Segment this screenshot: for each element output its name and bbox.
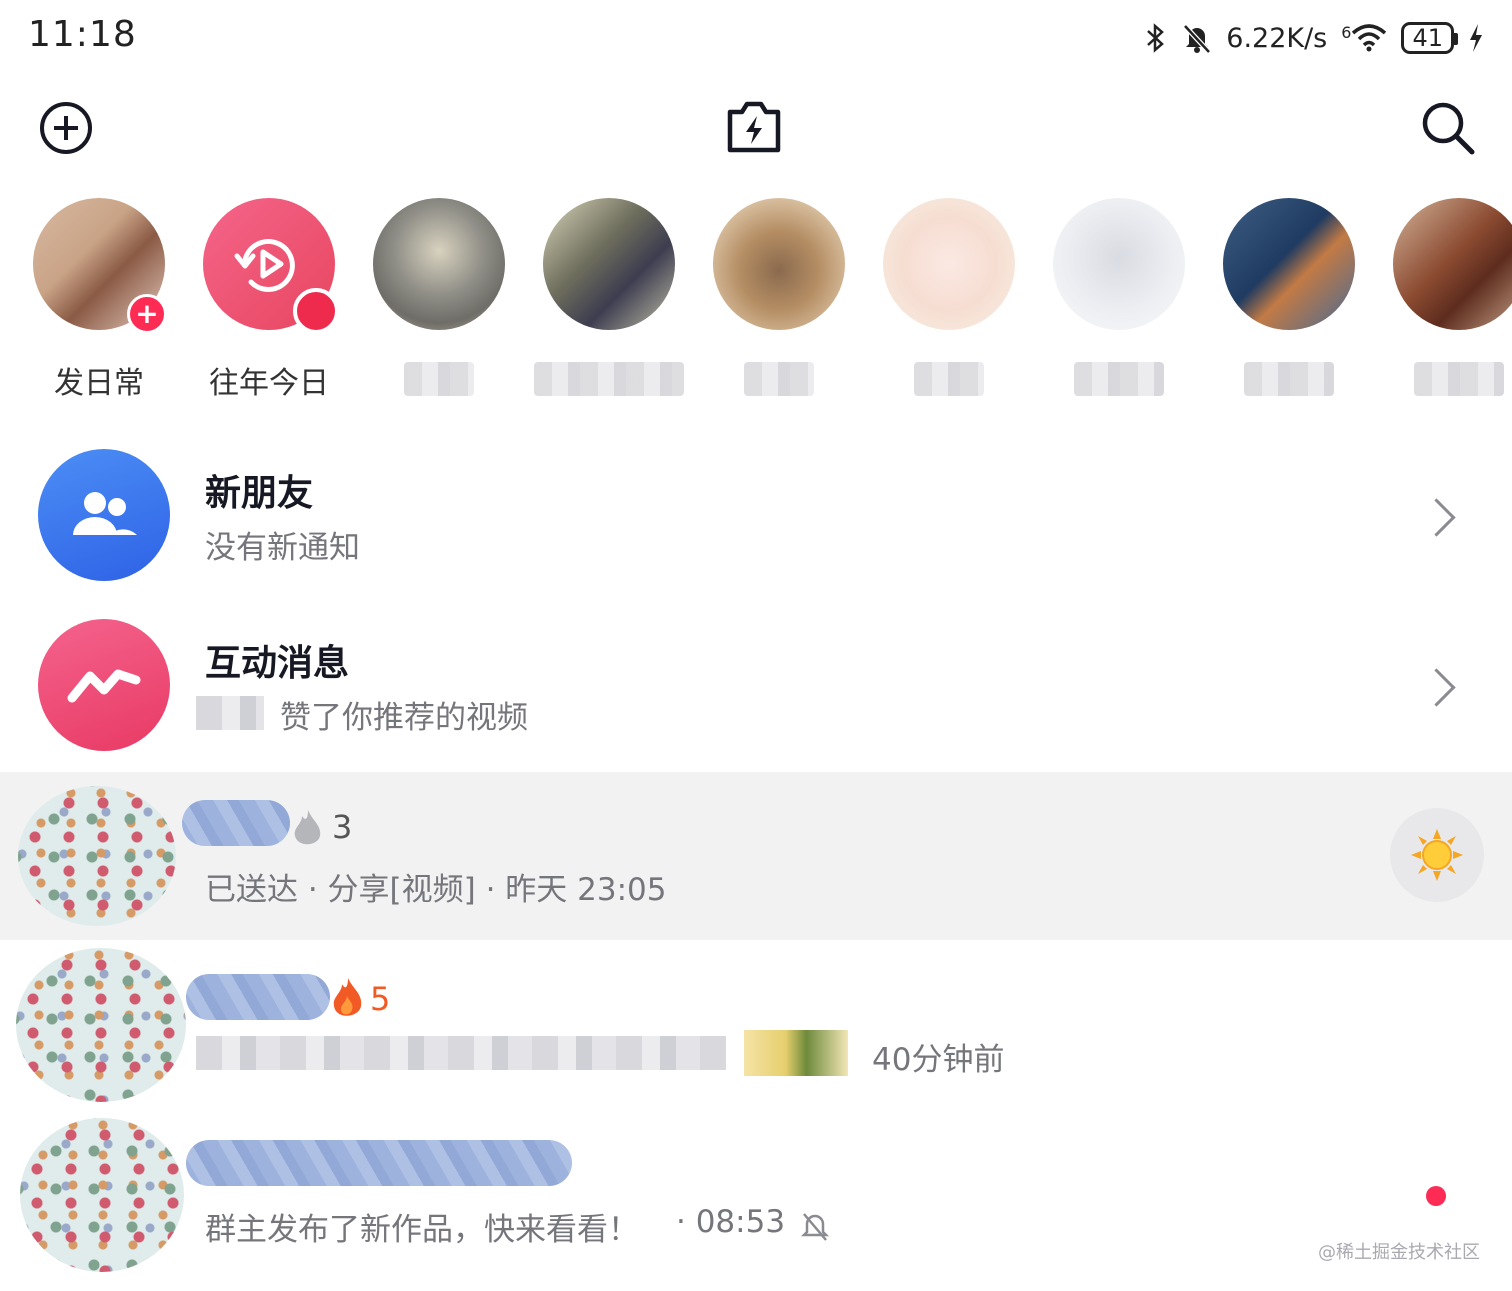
blurred-name xyxy=(1074,362,1164,396)
charging-icon xyxy=(1470,24,1482,52)
row-subtitle: 赞了你推荐的视频 xyxy=(280,700,528,736)
mute-bell-icon xyxy=(1183,24,1212,54)
flash-camera-icon xyxy=(727,101,781,153)
unread-dot xyxy=(1426,1186,1446,1206)
chevron-right-icon xyxy=(1417,498,1456,537)
blurred-name xyxy=(1244,362,1334,396)
sun-button[interactable] xyxy=(1390,808,1484,902)
gray-flame-icon xyxy=(294,810,321,845)
story-item[interactable] xyxy=(1384,198,1512,396)
chat-time: · 08:53 xyxy=(676,1204,786,1240)
group-chat-row[interactable]: 群主发布了新作品，快来看看！ · 08:53 @稀土掘金技术社区 xyxy=(0,1110,1512,1280)
avatar xyxy=(543,198,675,330)
story-item[interactable] xyxy=(534,198,684,396)
status-time: 11:18 xyxy=(28,14,137,55)
blurred-name xyxy=(1414,362,1504,396)
muted-bell-icon xyxy=(800,1213,830,1241)
story-label: 往年今日 xyxy=(209,366,329,401)
story-item[interactable] xyxy=(364,198,514,396)
streak-count: 5 xyxy=(370,980,391,1018)
interactions-row[interactable]: 互动消息 赞了你推荐的视频 xyxy=(0,600,1512,770)
signal-prefix: 6 xyxy=(1341,23,1352,42)
memories-avatar xyxy=(203,198,339,334)
chat-time: 40分钟前 xyxy=(872,1042,1005,1078)
avatar xyxy=(20,1118,184,1272)
flash-camera-button[interactable] xyxy=(722,96,786,160)
blurred-emoji xyxy=(744,1030,848,1076)
blurred-name xyxy=(404,362,474,396)
chat-row[interactable]: 5 40分钟前 xyxy=(0,940,1512,1110)
story-item[interactable] xyxy=(874,198,1024,396)
red-dot-badge xyxy=(293,288,339,334)
wifi-icon xyxy=(1352,24,1387,52)
avatar xyxy=(18,786,176,926)
blurred-username xyxy=(196,696,264,730)
blurred-name xyxy=(182,800,290,846)
avatar xyxy=(1223,198,1355,330)
chat-preview: 已送达 · 分享[视频] · 昨天 23:05 xyxy=(205,872,667,908)
story-item[interactable] xyxy=(1214,198,1364,396)
row-subtitle: 没有新通知 xyxy=(205,530,360,566)
streak-count: 3 xyxy=(332,808,353,846)
fire-icon xyxy=(333,978,362,1016)
chat-preview: 群主发布了新作品，快来看看！ xyxy=(205,1212,639,1248)
bluetooth-icon xyxy=(1147,23,1165,53)
replay-icon xyxy=(234,238,295,292)
story-item[interactable] xyxy=(704,198,854,396)
story-item[interactable] xyxy=(1044,198,1194,396)
avatar xyxy=(16,948,186,1102)
search-button[interactable] xyxy=(1416,96,1480,160)
blurred-name xyxy=(914,362,984,396)
plus-circle-icon xyxy=(40,102,92,154)
interaction-icon xyxy=(38,619,170,751)
avatar xyxy=(1053,198,1185,330)
add-badge-icon: + xyxy=(127,294,167,334)
new-friends-row[interactable]: 新朋友 没有新通知 xyxy=(0,430,1512,600)
story-post-daily[interactable]: + 发日常 xyxy=(24,198,174,401)
battery-icon: 41 xyxy=(1401,22,1458,54)
avatar: + xyxy=(33,198,167,334)
avatar xyxy=(373,198,505,330)
network-speed: 6.22K/s xyxy=(1226,22,1328,54)
blurred-name xyxy=(744,362,814,396)
chevron-right-icon xyxy=(1417,668,1456,707)
sun-icon xyxy=(1411,829,1463,881)
blurred-name xyxy=(186,974,330,1020)
avatar xyxy=(713,198,845,330)
add-button[interactable] xyxy=(34,96,98,160)
friends-icon xyxy=(38,449,170,581)
blurred-group-name xyxy=(186,1140,572,1186)
avatar xyxy=(883,198,1015,330)
story-memories[interactable]: 往年今日 xyxy=(194,198,344,401)
row-title: 互动消息 xyxy=(205,643,350,684)
status-icons: 6.22K/s 6 41 xyxy=(1144,14,1484,62)
chat-row[interactable]: 3 已送达 · 分享[视频] · 昨天 23:05 xyxy=(0,772,1512,940)
watermark: @稀土掘金技术社区 xyxy=(1318,1242,1480,1263)
story-label: 发日常 xyxy=(54,366,144,401)
row-title: 新朋友 xyxy=(205,473,314,514)
avatar xyxy=(1393,198,1512,330)
blurred-preview xyxy=(196,1036,726,1070)
search-icon xyxy=(1422,102,1475,155)
blurred-name xyxy=(534,362,684,396)
